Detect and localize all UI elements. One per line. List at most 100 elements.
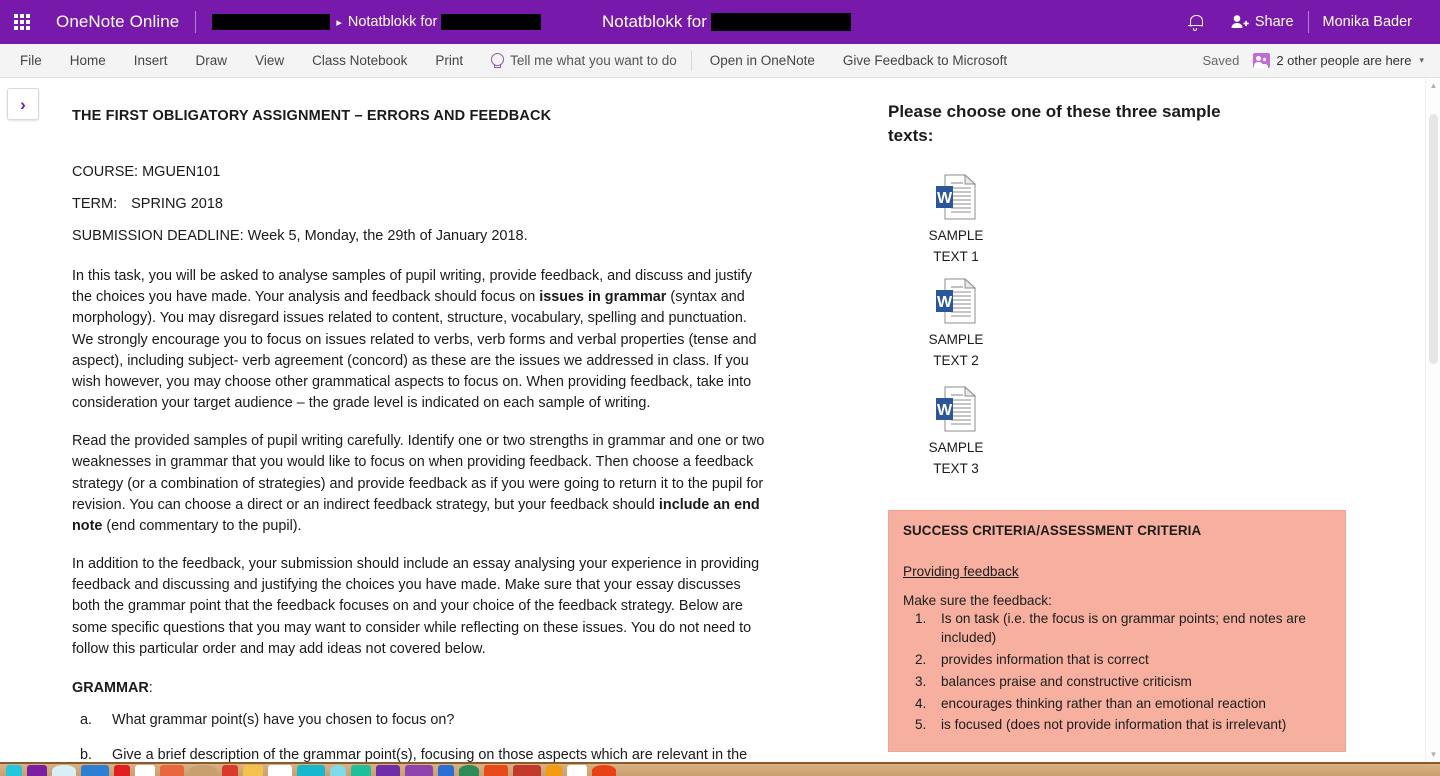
word-document-icon: W: [936, 278, 977, 324]
assignment-text-block[interactable]: THE FIRST OBLIGATORY ASSIGNMENT – ERRORS…: [72, 108, 772, 762]
list-text: What grammar point(s) have you chosen to…: [112, 711, 455, 728]
dock-item[interactable]: [376, 765, 400, 776]
dock-item[interactable]: [6, 765, 22, 776]
tab-home[interactable]: Home: [56, 44, 120, 77]
dock-item[interactable]: [135, 765, 155, 776]
ribbon-status-area: Saved 2 other people are here ▾: [1190, 44, 1440, 77]
chevron-right-icon: ›: [20, 94, 26, 114]
dock-item[interactable]: [52, 765, 76, 776]
open-in-onenote-button[interactable]: Open in OneNote: [696, 44, 829, 77]
sample-texts-title-colon: :: [927, 126, 934, 146]
dock-item[interactable]: [484, 765, 508, 776]
app-brand-label[interactable]: OneNote Online: [56, 12, 179, 32]
dock-item[interactable]: [351, 765, 371, 776]
scrollbar-thumb[interactable]: [1429, 114, 1438, 364]
dock-item[interactable]: [567, 765, 587, 776]
scroll-up-icon[interactable]: ▲: [1426, 78, 1440, 93]
list-marker: b.: [80, 746, 93, 762]
breadcrumb[interactable]: ▸ Notatblokk for: [212, 14, 542, 30]
tab-print[interactable]: Print: [421, 44, 477, 77]
dock-item[interactable]: [330, 765, 346, 776]
svg-text:W: W: [937, 294, 953, 311]
dock-item[interactable]: [27, 765, 47, 776]
list-marker: 1.: [915, 610, 927, 626]
presence-label: 2 other people are here: [1276, 53, 1412, 68]
dock-item[interactable]: [114, 765, 130, 776]
user-account-button[interactable]: Monika Bader: [1309, 0, 1426, 44]
dock-item[interactable]: [297, 765, 325, 776]
dock-item[interactable]: [592, 765, 616, 776]
grammar-heading-label: GRAMMAR: [72, 679, 149, 696]
para2-part-b: (end commentary to the pupil).: [102, 517, 302, 534]
svg-text:W: W: [937, 402, 953, 419]
dock-item[interactable]: [243, 765, 263, 776]
list-text: balances praise and constructive critici…: [941, 673, 1192, 689]
dock-item[interactable]: [81, 765, 109, 776]
people-icon: [1253, 53, 1271, 68]
sample-text-2[interactable]: W SAMPLE TEXT 2: [908, 278, 1004, 372]
page-workspace: › THE FIRST OBLIGATORY ASSIGNMENT – ERRO…: [0, 78, 1440, 762]
list-item: a. What grammar point(s) have you chosen…: [72, 710, 772, 731]
list-item: 1. Is on task (i.e. the focus is on gramm…: [903, 609, 1331, 648]
criteria-spacer: [903, 538, 1331, 564]
list-item: 3. balances praise and constructive criti…: [903, 672, 1331, 692]
tab-insert[interactable]: Insert: [120, 44, 182, 77]
sample-texts-block[interactable]: Please choose one of these three sample …: [888, 100, 1358, 752]
save-status-label: Saved: [1202, 53, 1240, 68]
tab-draw[interactable]: Draw: [182, 44, 242, 77]
tab-file[interactable]: File: [6, 44, 56, 77]
page-title-redacted: [710, 13, 851, 31]
presence-button[interactable]: 2 other people are here ▾: [1251, 53, 1430, 68]
scroll-down-icon[interactable]: ▼: [1426, 747, 1440, 762]
dock-item[interactable]: [438, 765, 454, 776]
expand-navigation-button[interactable]: ›: [7, 88, 39, 120]
notebook-nav-area: ›: [0, 78, 46, 762]
success-criteria-box[interactable]: SUCCESS CRITERIA/ASSESSMENT CRITERIA Pro…: [888, 509, 1346, 752]
lightbulb-icon: [491, 53, 505, 68]
sample-text-2-label-line2: TEXT 2: [933, 353, 979, 369]
os-dock[interactable]: [0, 762, 1440, 776]
app-header: OneNote Online ▸ Notatblokk for Notatblo…: [0, 0, 1440, 44]
share-person-add-icon: [1231, 15, 1249, 28]
give-feedback-button[interactable]: Give Feedback to Microsoft: [829, 44, 1021, 77]
paragraph-task-overview: In this task, you will be asked to analy…: [72, 266, 772, 414]
dock-item[interactable]: [222, 765, 238, 776]
page-canvas[interactable]: THE FIRST OBLIGATORY ASSIGNMENT – ERRORS…: [46, 78, 1440, 762]
app-launcher-button[interactable]: [0, 0, 44, 44]
list-item: 2. provides information that is correct: [903, 650, 1331, 670]
dock-item[interactable]: [459, 765, 479, 776]
sample-text-3-label-line2: TEXT 3: [933, 460, 979, 476]
dock-item[interactable]: [546, 765, 562, 776]
waffle-icon: [14, 14, 30, 30]
deadline-line: SUBMISSION DEADLINE: Week 5, Monday, the…: [72, 228, 528, 244]
tab-view[interactable]: View: [241, 44, 298, 77]
breadcrumb-redacted-notebook: [212, 14, 331, 30]
tell-me-search[interactable]: Tell me what you want to do: [477, 44, 687, 77]
dock-item[interactable]: [513, 765, 541, 776]
sample-text-3-label-line1: SAMPLE: [928, 439, 984, 455]
breadcrumb-section-label: Notatblokk for: [347, 14, 438, 30]
sample-texts-title-label: Please choose one of these three sample …: [888, 102, 1221, 146]
list-text: Is on task (i.e. the focus is on grammar…: [941, 610, 1306, 646]
dock-item[interactable]: [189, 765, 217, 776]
success-criteria-heading: SUCCESS CRITERIA/ASSESSMENT CRITERIA: [903, 522, 1202, 538]
dock-item[interactable]: [268, 765, 292, 776]
sample-text-1[interactable]: W SAMPLE TEXT 1: [908, 174, 1004, 268]
notifications-button[interactable]: [1174, 0, 1217, 44]
vertical-scrollbar[interactable]: ▲ ▼: [1425, 78, 1440, 762]
share-label: Share: [1254, 14, 1294, 30]
list-marker: a.: [80, 711, 93, 728]
list-text: Give a brief description of the grammar …: [112, 746, 748, 762]
list-marker: 3.: [915, 673, 927, 689]
dock-item[interactable]: [405, 765, 433, 776]
list-marker: 2.: [915, 652, 927, 668]
para1-part-b: (syntax and morphology). You may disrega…: [72, 289, 757, 412]
tab-class-notebook[interactable]: Class Notebook: [298, 44, 421, 77]
page-title-label: Notatblokk for: [602, 12, 707, 31]
share-button[interactable]: Share: [1217, 0, 1308, 44]
dock-item[interactable]: [160, 765, 184, 776]
criteria-list: 1. Is on task (i.e. the focus is on gramm…: [903, 609, 1331, 735]
header-divider: [195, 11, 197, 33]
paragraph-reading-instructions: Read the provided samples of pupil writi…: [72, 431, 772, 537]
sample-text-3[interactable]: W SAMPLE TEXT 3: [908, 385, 1004, 480]
